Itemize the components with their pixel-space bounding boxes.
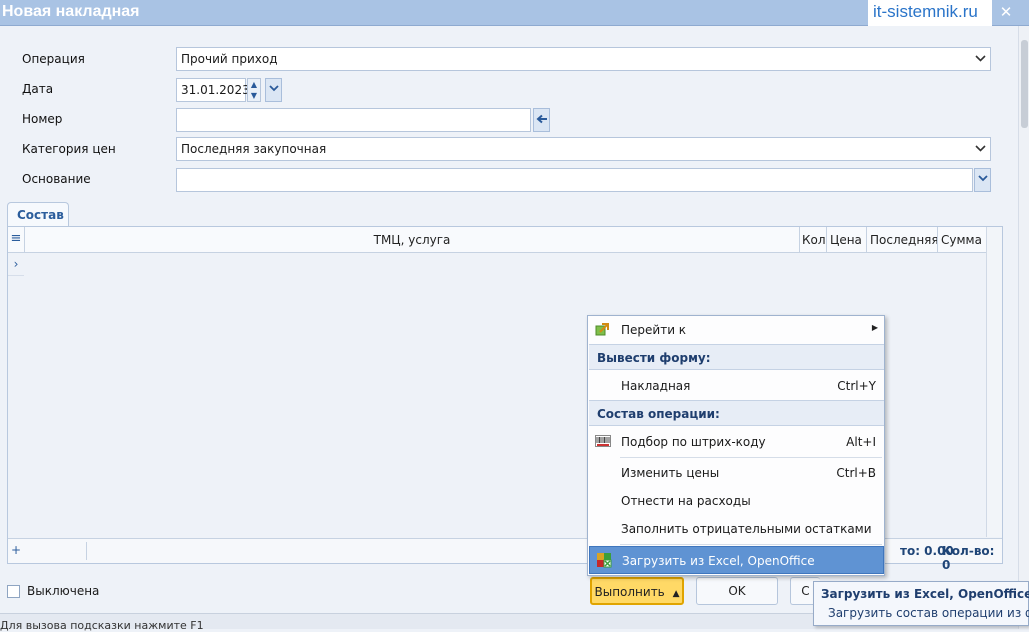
menu-item-invoice[interactable]: Накладная Ctrl+Y (589, 372, 884, 400)
goto-icon (595, 321, 611, 337)
menu-item-to-expenses[interactable]: Отнести на расходы (589, 487, 884, 515)
column-header-sum[interactable]: Сумма (937, 227, 986, 253)
spin-up-icon[interactable]: ▲ (248, 79, 260, 90)
menu-header-print: Вывести форму: (589, 344, 884, 370)
chevron-down-icon (268, 85, 279, 92)
basis-input[interactable] (176, 168, 973, 192)
column-header-last[interactable]: Последняя (866, 227, 939, 253)
chevron-down-icon[interactable] (973, 51, 987, 67)
price-category-select[interactable]: Последняя закупочная (176, 137, 991, 161)
tab-composition[interactable]: Состав (7, 202, 69, 227)
status-text: Для вызова подсказки нажмите F1 (0, 619, 204, 632)
column-header-item[interactable]: ТМЦ, услуга (24, 227, 799, 253)
menu-item-label: Подбор по штрих-коду (621, 435, 766, 449)
table-header: ≡ ТМЦ, услуга Кол Цена Последняя Сумма (8, 227, 986, 253)
price-category-label: Категория цен (22, 142, 116, 156)
date-input[interactable]: 31.01.2023 (176, 78, 250, 102)
menu-item-shortcut: Ctrl+B (836, 466, 876, 480)
menu-item-load-excel[interactable]: Загрузить из Excel, OpenOffice (589, 546, 884, 574)
menu-item-fill-negative[interactable]: Заполнить отрицательными остатками (589, 515, 884, 543)
tooltip-title: Загрузить из Excel, OpenOffice (821, 587, 1029, 601)
number-input[interactable] (176, 108, 531, 132)
menu-item-shortcut: Ctrl+Y (837, 379, 876, 393)
menu-separator (620, 457, 882, 458)
triangle-up-icon: ▲ (672, 589, 680, 599)
column-header-price[interactable]: Цена (826, 227, 866, 253)
menu-item-barcode[interactable]: Подбор по штрих-коду Alt+I (589, 428, 884, 456)
excel-icon (596, 552, 612, 568)
disabled-checkbox[interactable] (7, 585, 20, 598)
menu-item-label: Заполнить отрицательными остатками (621, 522, 872, 536)
basis-label: Основание (22, 172, 91, 186)
date-dropdown-button[interactable] (265, 78, 282, 102)
ok-button[interactable]: OK (696, 577, 778, 605)
table-scrollbar[interactable] (986, 227, 1002, 537)
run-button[interactable]: Выполнить ▲ (590, 577, 684, 605)
tooltip: Загрузить из Excel, OpenOffice Загрузить… (813, 581, 1029, 626)
menu-separator (620, 544, 882, 545)
date-spinner[interactable]: ▲ ▼ (247, 78, 261, 102)
menu-item-label: Изменить цены (621, 466, 720, 480)
window-scrollbar[interactable] (1018, 26, 1029, 629)
menu-item-label: Накладная (621, 379, 691, 393)
footer-divider (86, 542, 87, 560)
menu-item-label: Перейти к (621, 323, 687, 337)
price-category-value: Последняя закупочная (181, 142, 327, 156)
disabled-checkbox-label: Выключена (27, 584, 100, 598)
date-label: Дата (22, 82, 54, 96)
tooltip-body: Загрузить состав операции из файла (828, 606, 1029, 620)
date-value: 31.01.2023 (181, 83, 250, 97)
menu-item-goto[interactable]: Перейти к ▶ (589, 316, 884, 344)
menu-item-change-prices[interactable]: Изменить цены Ctrl+B (589, 459, 884, 487)
total-quantity: Кол-во: 0 (942, 544, 995, 572)
run-button-label: Выполнить (594, 585, 665, 599)
spin-down-icon[interactable]: ▼ (248, 90, 260, 101)
close-icon[interactable]: ✕ (998, 3, 1014, 21)
menu-item-shortcut: Alt+I (846, 435, 876, 449)
menu-header-composition: Состав операции: (589, 400, 884, 426)
chevron-down-icon[interactable] (973, 141, 987, 157)
column-header-qty[interactable]: Кол (799, 227, 826, 253)
column-menu-icon[interactable]: ≡ (8, 227, 24, 253)
operation-label: Операция (22, 52, 85, 66)
operation-value: Прочий приход (181, 52, 278, 66)
number-label: Номер (22, 112, 63, 126)
scrollbar-thumb[interactable] (1021, 40, 1028, 128)
add-row-icon[interactable]: + (11, 543, 21, 557)
watermark-label: it-sistemnik.ru (868, 0, 992, 26)
chevron-down-icon (977, 175, 988, 182)
window-title: Новая накладная (2, 3, 140, 20)
row-indicator-icon: › (8, 254, 24, 276)
menu-item-label: Загрузить из Excel, OpenOffice (622, 554, 815, 568)
chevron-right-icon: ▶ (871, 323, 878, 332)
arrow-left-icon (535, 114, 547, 124)
context-menu: Перейти к ▶ Вывести форму: Накладная Ctr… (587, 315, 885, 576)
number-fill-button[interactable] (533, 108, 550, 132)
barcode-icon (595, 433, 611, 449)
basis-dropdown-button[interactable] (974, 168, 991, 192)
operation-select[interactable]: Прочий приход (176, 47, 991, 71)
title-bar: Новая накладная it-sistemnik.ru ✕ (0, 0, 1029, 26)
menu-item-label: Отнести на расходы (621, 494, 751, 508)
